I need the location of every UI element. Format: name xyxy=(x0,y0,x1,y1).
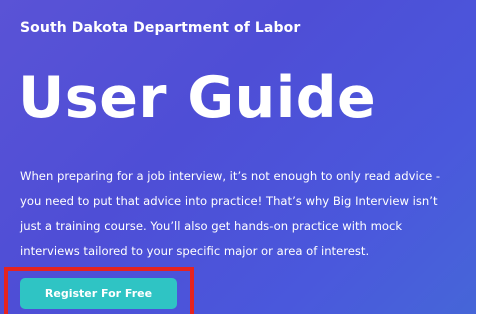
intro-line: you need to put that advice into practic… xyxy=(20,194,438,208)
organization-name: South Dakota Department of Labor xyxy=(20,20,301,36)
intro-line: When preparing for a job interview, it’s… xyxy=(20,169,441,183)
intro-paragraph: When preparing for a job interview, it’s… xyxy=(20,164,472,264)
intro-line: interviews tailored to your specific maj… xyxy=(20,244,370,258)
page-title: User Guide xyxy=(18,65,377,131)
highlight-outline xyxy=(4,267,194,314)
intro-line: just a training course. You’ll also get … xyxy=(20,219,403,233)
